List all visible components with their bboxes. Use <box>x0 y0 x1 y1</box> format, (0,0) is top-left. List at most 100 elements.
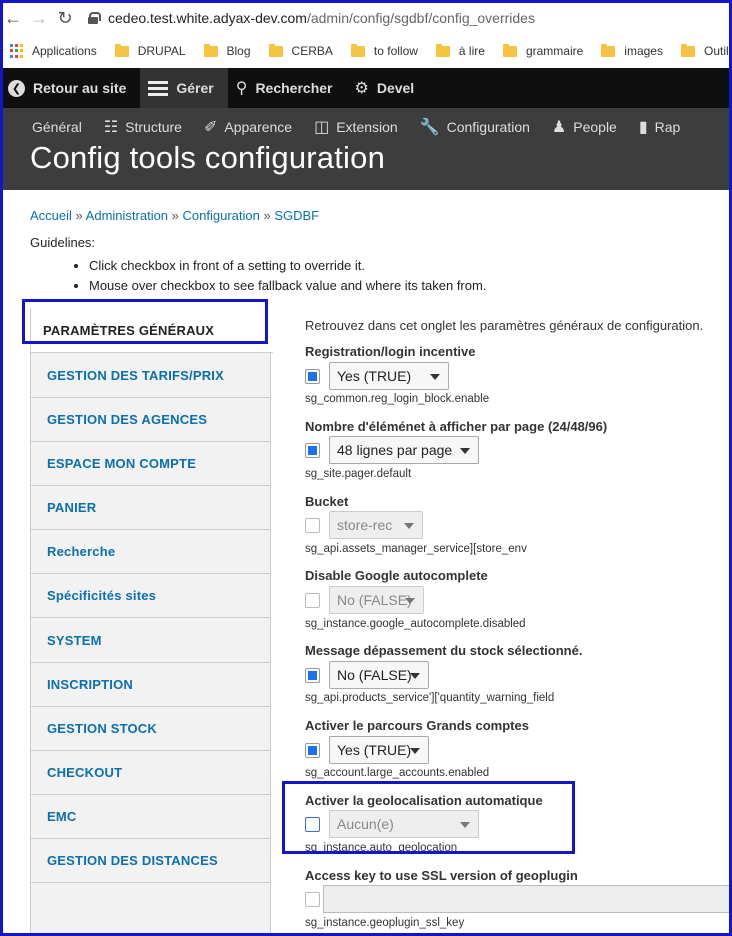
bookmark-applications[interactable]: Applications <box>10 44 97 58</box>
override-checkbox[interactable] <box>305 891 320 907</box>
bookmark-images[interactable]: images <box>601 43 663 58</box>
field-row-geolocation: Aucun(e) <box>305 810 479 838</box>
large-accounts-select[interactable]: Yes (TRUE) <box>329 736 429 764</box>
toolbar-manage[interactable]: Gérer <box>140 68 228 108</box>
field-label-stock-message: Message dépassement du stock sélectionné… <box>305 643 583 658</box>
guidelines: Guidelines: Click checkbox in front of a… <box>30 235 486 298</box>
lock-icon <box>88 12 101 24</box>
bookmark-grammaire[interactable]: grammaire <box>502 43 584 58</box>
geoplugin-key-input[interactable] <box>323 885 732 913</box>
toolbar-back-to-site[interactable]: ❮ Retour au site <box>0 68 140 108</box>
bookmark-label: Outils <box>703 44 732 58</box>
tab-recherche[interactable]: Recherche <box>31 529 271 574</box>
tray-item-apparence[interactable]: ✐ Apparence <box>204 117 292 137</box>
chevron-down-icon <box>430 374 440 380</box>
tray-item-reports[interactable]: ▮ Rap <box>639 117 681 137</box>
tab-emc[interactable]: EMC <box>31 794 271 839</box>
tab-espace-mon-compte[interactable]: ESPACE MON COMPTE <box>31 441 271 486</box>
tray-label: Configuration <box>446 119 530 135</box>
tab-gestion-distances[interactable]: GESTION DES DISTANCES <box>31 838 271 883</box>
tray-item-structure[interactable]: ☷ Structure <box>104 117 182 137</box>
tab-checkout[interactable]: CHECKOUT <box>31 750 271 795</box>
toolbar-devel[interactable]: ⚙ Devel <box>346 68 428 108</box>
tray-item-people[interactable]: ♟ People <box>552 117 617 137</box>
override-checkbox[interactable] <box>305 592 320 608</box>
back-arrow-icon[interactable]: ← <box>0 8 26 29</box>
tray-item-configuration[interactable]: 🔧 Configuration <box>420 117 530 137</box>
chevron-down-icon <box>460 822 470 828</box>
field-key: sg_account.large_accounts.enabled <box>305 767 490 779</box>
field-label-large-accounts: Activer le parcours Grands comptes <box>305 718 529 733</box>
override-checkbox[interactable] <box>305 517 320 533</box>
breadcrumb-sgdbf[interactable]: SGDBF <box>274 208 319 223</box>
geolocation-select[interactable]: Aucun(e) <box>329 810 479 838</box>
override-checkbox[interactable] <box>305 667 320 683</box>
guideline-item: Mouse over checkbox to see fallback valu… <box>89 278 486 293</box>
gear-icon: ⚙ <box>354 80 369 97</box>
bookmark-a-lire[interactable]: à lire <box>435 43 485 58</box>
tab-panier[interactable]: PANIER <box>31 485 271 530</box>
apps-grid-icon <box>10 44 24 58</box>
tray-label: Apparence <box>224 119 293 135</box>
breadcrumb-configuration[interactable]: Configuration <box>183 208 260 223</box>
toolbar-label: Devel <box>376 80 415 96</box>
guidelines-title: Guidelines: <box>30 235 96 250</box>
field-key: sg_common.reg_login_block.enable <box>305 393 490 405</box>
tab-specificites-sites[interactable]: Spécificités sites <box>31 573 271 618</box>
field-row-large-accounts: Yes (TRUE) <box>305 736 429 764</box>
field-row-pager: 48 lignes par page <box>305 436 479 464</box>
field-key: sg_instance.auto_geolocation <box>305 842 458 854</box>
bar-chart-icon: ▮ <box>638 119 648 136</box>
field-label-registration: Registration/login incentive <box>305 344 476 359</box>
select-value: Aucun(e) <box>337 816 394 832</box>
tab-parametres-generaux[interactable]: PARAMÈTRES GÉNÉRAUX <box>31 308 273 353</box>
bookmark-label: grammaire <box>525 44 584 58</box>
bookmark-label: CERBA <box>291 44 333 58</box>
tab-gestion-agences[interactable]: GESTION DES AGENCES <box>31 397 271 442</box>
bookmark-label: DRUPAL <box>137 44 186 58</box>
tab-system[interactable]: SYSTEM <box>31 618 271 663</box>
chevron-down-icon <box>460 448 470 454</box>
field-label-pager: Nombre d'éléménet à afficher par page (2… <box>305 419 608 434</box>
tab-gestion-stock[interactable]: GESTION STOCK <box>31 706 271 751</box>
guidelines-list: Click checkbox in front of a setting to … <box>30 258 486 293</box>
url-path: /admin/config/sgdbf/config_overrides <box>306 10 535 26</box>
google-autocomplete-select[interactable]: No (FALSE) <box>329 586 424 614</box>
tray-item-extension[interactable]: ◫ Extension <box>314 117 398 137</box>
registration-select[interactable]: Yes (TRUE) <box>329 362 449 390</box>
toolbar-label: Retour au site <box>33 80 127 96</box>
override-checkbox[interactable] <box>305 742 320 758</box>
tab-gestion-tarifs-prix[interactable]: GESTION DES TARIFS/PRIX <box>31 353 271 398</box>
back-circle-icon: ❮ <box>8 79 25 97</box>
forward-arrow-icon[interactable]: → <box>26 8 52 29</box>
select-value: Yes (TRUE) <box>337 742 412 758</box>
override-checkbox[interactable] <box>305 368 320 384</box>
breadcrumb: Accueil » Administration » Configuration… <box>30 208 320 223</box>
toolbar-label: Rechercher <box>255 80 333 96</box>
bookmark-cerba[interactable]: CERBA <box>268 43 333 58</box>
breadcrumb-home[interactable]: Accueil <box>30 208 72 223</box>
tab-inscription[interactable]: INSCRIPTION <box>31 662 271 707</box>
reload-icon[interactable]: ↻ <box>52 8 78 29</box>
bookmark-blog[interactable]: Blog <box>203 43 251 58</box>
pager-select[interactable]: 48 lignes par page <box>329 436 479 464</box>
paintbrush-icon: ✐ <box>203 119 218 136</box>
select-value: Yes (TRUE) <box>337 368 412 384</box>
url-field[interactable]: cedeo.test.white.adyax-dev.com/admin/con… <box>88 10 535 26</box>
bookmark-label: à lire <box>458 44 485 58</box>
stock-message-select[interactable]: No (FALSE) <box>329 661 429 689</box>
toolbar-search[interactable]: ⚲ Rechercher <box>228 68 347 108</box>
override-checkbox[interactable] <box>305 816 320 832</box>
breadcrumb-administration[interactable]: Administration <box>86 208 168 223</box>
tray-label: Rap <box>654 119 681 135</box>
tab-intro-text: Retrouvez dans cet onglet les paramètres… <box>305 318 704 333</box>
bucket-select[interactable]: store-rec <box>329 511 423 539</box>
override-checkbox[interactable] <box>305 442 320 458</box>
bookmark-to-follow[interactable]: to follow <box>350 43 418 58</box>
field-label-geolocation: Activer la geolocalisation automatique <box>305 793 543 808</box>
bookmark-drupal[interactable]: DRUPAL <box>114 43 186 58</box>
bookmark-outils[interactable]: Outils <box>680 43 732 58</box>
tray-item-general[interactable]: Général <box>32 119 82 135</box>
folder-icon <box>268 43 283 57</box>
admin-toolbar: ❮ Retour au site Gérer ⚲ Rechercher ⚙ De… <box>0 68 732 108</box>
